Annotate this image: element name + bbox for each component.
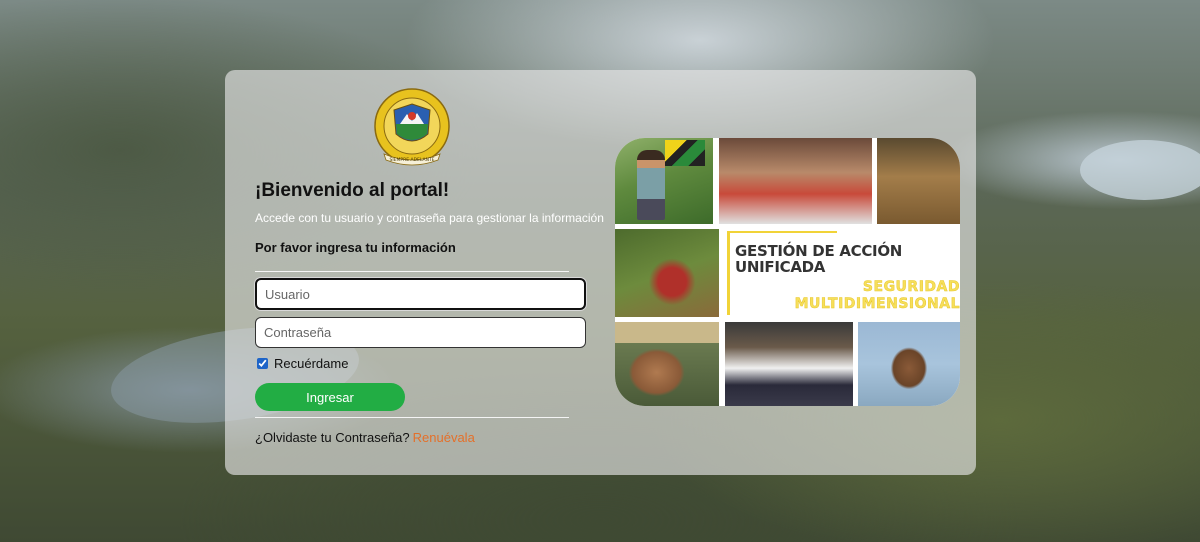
banner-line1: GESTIÓN DE ACCIÓN	[735, 242, 903, 260]
banner-line4: MULTIDIMENSIONAL	[794, 296, 960, 313]
photo-child-figure	[637, 150, 665, 220]
info-title: Por favor ingresa tu información	[255, 240, 456, 255]
banner-heading: GESTIÓN DE ACCIÓN UNIFICADA	[735, 243, 955, 275]
department-logo: SIEMPRE ADELANTE	[374, 88, 450, 166]
login-card: SIEMPRE ADELANTE ¡Bienvenido al portal! …	[225, 70, 976, 475]
remember-label: Recuérdame	[274, 356, 349, 371]
photo-man-with-hat	[877, 138, 960, 224]
username-input[interactable]	[255, 278, 586, 310]
forgot-text: ¿Olvidaste tu Contraseña?	[255, 430, 410, 445]
divider-bottom	[255, 417, 569, 418]
banner-subheading: SEGURIDAD MULTIDIMENSIONAL	[760, 279, 960, 313]
banner-accent-line	[727, 231, 730, 315]
divider-top	[255, 271, 569, 272]
logo-ribbon-text: SIEMPRE ADELANTE	[389, 157, 434, 163]
welcome-title: ¡Bienvenido al portal!	[255, 180, 450, 201]
remember-me[interactable]: Recuérdame	[257, 356, 348, 371]
banner-line2: UNIFICADA	[735, 258, 826, 276]
photo-smiling-farmer	[615, 322, 719, 406]
password-input[interactable]	[255, 317, 586, 348]
welcome-subtitle: Accede con tu usuario y contraseña para …	[255, 211, 604, 225]
photo-children-group	[719, 138, 872, 224]
photo-coffee-harvest	[615, 229, 719, 317]
renew-password-link[interactable]: Renuévala	[413, 430, 475, 445]
banner-line3: SEGURIDAD	[862, 279, 960, 296]
login-button[interactable]: Ingresar	[255, 383, 405, 411]
banner-accent-top	[727, 231, 837, 233]
flag-graphic	[665, 140, 705, 166]
banner-collage: GESTIÓN DE ACCIÓN UNIFICADA SEGURIDAD MU…	[615, 138, 960, 406]
forgot-password: ¿Olvidaste tu Contraseña? Renuévala	[255, 430, 475, 445]
photo-man-by-river	[858, 322, 960, 406]
background-lake	[1080, 140, 1200, 200]
remember-checkbox[interactable]	[257, 358, 268, 369]
photo-students	[725, 322, 853, 406]
